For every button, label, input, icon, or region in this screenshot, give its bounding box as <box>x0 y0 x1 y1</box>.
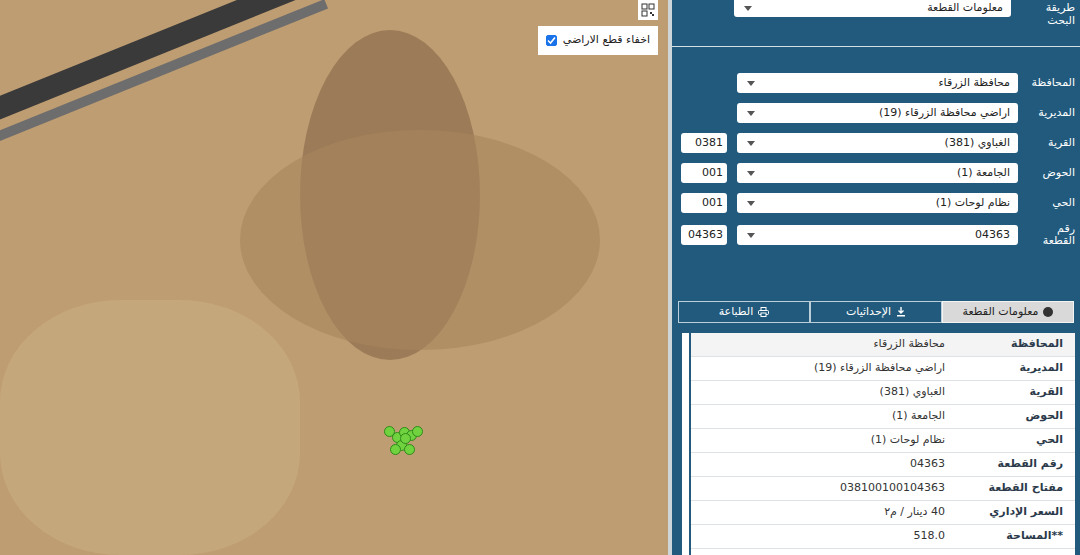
info-row: الحينظام لوحات (1) <box>691 429 1075 453</box>
form-label: القرية <box>1025 137 1075 149</box>
coords-icon <box>896 307 906 317</box>
form-code-value: 001 <box>702 165 723 182</box>
tab-label: الطباعة <box>719 304 754 321</box>
form-label: المحافظة <box>1025 77 1075 89</box>
form-label: المديرية <box>1025 107 1075 119</box>
form-row: القرية الغباوي (381) 0381 <box>680 133 1075 153</box>
tab[interactable]: الطباعة <box>678 301 810 323</box>
form-label: الحوض <box>1025 167 1075 179</box>
info-label: الحوض <box>945 408 1075 425</box>
form-select[interactable]: الجامعة (1) <box>737 163 1018 183</box>
form-code-input[interactable]: 04363 <box>681 225 727 245</box>
print-icon <box>758 307 769 317</box>
info-row: القريةالغباوي (381) <box>691 381 1075 405</box>
info-value: الغباوي (381) <box>691 384 945 401</box>
tab-label: معلومات القطعة <box>963 304 1039 321</box>
form-select-value: 04363 <box>975 227 1010 244</box>
info-label: المحافظة <box>945 336 1075 353</box>
info-value: اراضي محافظة الزرقاء (19) <box>691 360 945 377</box>
map-pin[interactable] <box>390 444 401 455</box>
form-select-value: محافظة الزرقاء <box>938 75 1010 92</box>
info-label: القرية <box>945 384 1075 401</box>
form-select-value: الغباوي (381) <box>945 135 1010 152</box>
scroll-strip <box>682 333 689 555</box>
map-pin[interactable] <box>400 433 411 444</box>
map[interactable]: اخفاء قطع الاراضي <box>0 0 668 555</box>
form-select[interactable]: الغباوي (381) <box>737 133 1018 153</box>
form-label: الحي <box>1025 197 1075 209</box>
caret-icon <box>745 108 755 118</box>
info-row: **المساحة518.0 <box>691 525 1075 549</box>
caret-icon <box>745 168 755 178</box>
caret-icon <box>742 4 752 14</box>
form-row: الحوض الجامعة (1) 001 <box>680 163 1075 183</box>
form-row: المديرية اراضي محافظة الزرقاء (19) <box>680 103 1075 123</box>
tab[interactable]: معلومات القطعة <box>942 301 1074 323</box>
form-label: رقم القطعة <box>1025 223 1075 247</box>
form-select[interactable]: 04363 <box>737 225 1018 245</box>
info-row: المحافظةمحافظة الزرقاء <box>691 333 1075 357</box>
info-icon <box>1043 307 1053 317</box>
info-label: **المساحة <box>945 528 1075 545</box>
info-value: 038100100104363 <box>691 480 945 497</box>
side-panel: طريقة البحثمعلومات القطعة المحافظةمحافظة… <box>672 0 1080 555</box>
form-select[interactable]: اراضي محافظة الزرقاء (19) <box>737 103 1018 123</box>
map-terrain <box>240 130 600 350</box>
info-label: المديرية <box>945 360 1075 377</box>
caret-icon <box>745 230 755 240</box>
map-terrain <box>0 300 300 555</box>
form-code-input[interactable]: 001 <box>681 193 727 213</box>
info-row: مفتاح القطعة038100100104363 <box>691 477 1075 501</box>
info-label: الحي <box>945 432 1075 449</box>
hide-parcels-toggle[interactable]: اخفاء قطع الاراضي <box>538 26 658 55</box>
info-label: السعر الإداري <box>945 504 1075 521</box>
info-label: مفتاح القطعة <box>945 480 1075 497</box>
search-method-value: معلومات القطعة <box>927 0 1003 17</box>
info-value: 518.0 <box>691 528 945 545</box>
form-select-value: نظام لوحات (1) <box>936 195 1010 212</box>
info-value: الجامعة (1) <box>691 408 945 425</box>
form-code-value: 0381 <box>695 135 723 152</box>
qr-code-icon[interactable] <box>638 0 658 20</box>
form-select-value: اراضي محافظة الزرقاء (19) <box>879 105 1010 122</box>
caret-icon <box>745 78 755 88</box>
form-row: رقم القطعة 04363 04363 <box>680 223 1075 247</box>
form-row: الحي نظام لوحات (1) 001 <box>680 193 1075 213</box>
form-select-value: الجامعة (1) <box>957 165 1010 182</box>
checkbox[interactable] <box>546 35 557 46</box>
info-value: 04363 <box>691 456 945 473</box>
info-row: الحوضالجامعة (1) <box>691 405 1075 429</box>
info-row: السعر الإداري40 دينار / م٢ <box>691 501 1075 525</box>
map-road <box>0 0 311 129</box>
form-row: المحافظة محافظة الزرقاء <box>680 73 1075 93</box>
form-select[interactable]: محافظة الزرقاء <box>737 73 1018 93</box>
search-method-label: طريقة البحث <box>1023 0 1075 27</box>
map-pin[interactable] <box>412 426 423 437</box>
info-value: محافظة الزرقاء <box>691 336 945 353</box>
form-code-input[interactable]: 001 <box>681 163 727 183</box>
info-row: رقم القطعة04363 <box>691 453 1075 477</box>
search-method-select[interactable]: معلومات القطعة <box>734 0 1011 17</box>
form-code-value: 001 <box>702 195 723 212</box>
info-value: 40 دينار / م٢ <box>691 504 945 521</box>
form-code-value: 04363 <box>688 227 723 244</box>
form-select[interactable]: نظام لوحات (1) <box>737 193 1018 213</box>
info-label: رقم القطعة <box>945 456 1075 473</box>
map-pin[interactable] <box>404 444 415 455</box>
caret-icon <box>745 138 755 148</box>
form-code-input[interactable]: 0381 <box>681 133 727 153</box>
tab-label: الإحداثيات <box>846 304 891 321</box>
tab[interactable]: الإحداثيات <box>810 301 942 323</box>
info-row: المديريةاراضي محافظة الزرقاء (19) <box>691 357 1075 381</box>
caret-icon <box>745 198 755 208</box>
hide-parcels-label: اخفاء قطع الاراضي <box>563 32 650 49</box>
info-value: نظام لوحات (1) <box>691 432 945 449</box>
